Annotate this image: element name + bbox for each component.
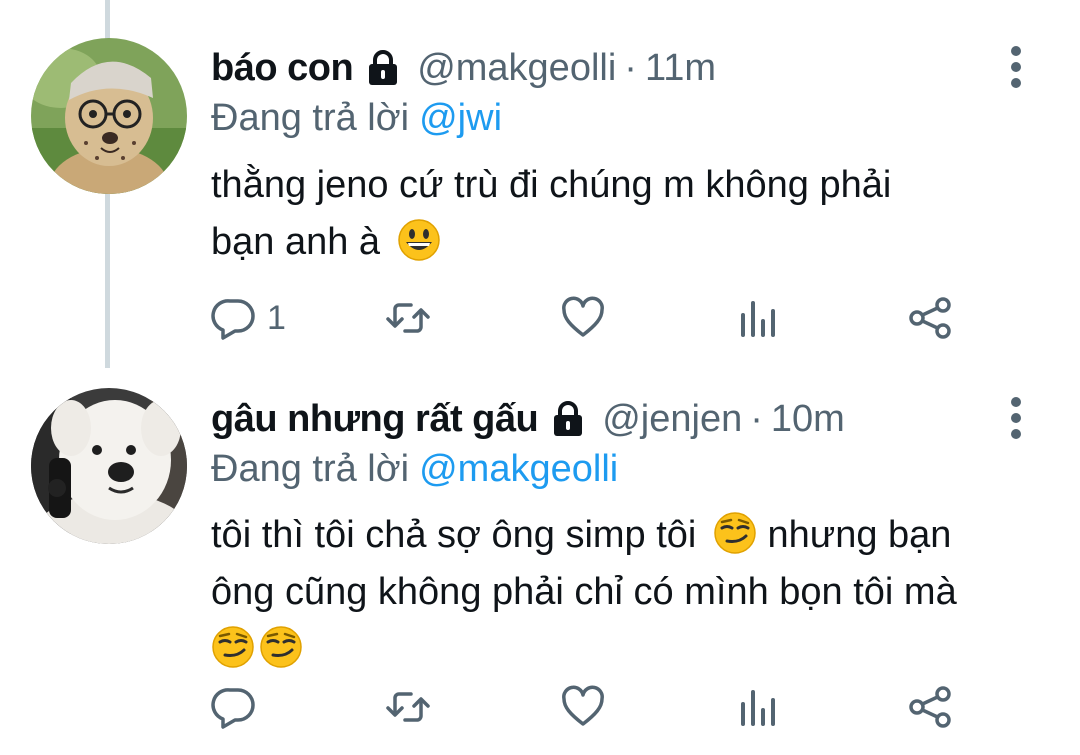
tweet[interactable]: gâu nhưng rất gấu @jenjen · 10m Đang trả… [0, 368, 1080, 755]
avatar-image [31, 388, 187, 544]
tweet-text-line: thằng jeno cứ trù đi chúng m không phải [211, 164, 892, 206]
analytics-button[interactable] [735, 682, 781, 732]
replying-to-label: Đang trả lời [211, 97, 410, 139]
reply-count: 1 [267, 298, 286, 337]
reply-button[interactable]: 1 [211, 293, 286, 343]
retweet-icon [386, 692, 430, 722]
display-name[interactable]: báo con [211, 47, 354, 90]
reply-icon [211, 299, 255, 340]
separator: · [624, 46, 637, 89]
analytics-icon [741, 690, 775, 726]
avatar-image [31, 38, 187, 194]
vertical-dots-icon[interactable] [1002, 394, 1030, 442]
reply-mention-link[interactable]: @jwi [419, 97, 502, 139]
tweet-actions [211, 682, 971, 732]
replying-to-label: Đang trả lời [211, 448, 410, 490]
smirking-face-icon [259, 625, 303, 669]
user-handle[interactable]: @jenjen [602, 398, 742, 441]
tweet-header: gâu nhưng rất gấu @jenjen · 10m [211, 389, 845, 449]
user-handle[interactable]: @makgeolli [417, 47, 616, 90]
emoji-row [211, 621, 1051, 678]
tweet[interactable]: báo con @makgeolli · 11m Đang trả lời @jw… [0, 0, 1080, 368]
tweet-text-line: tôi thì tôi chả sợ ông simp tôi [211, 514, 697, 556]
replying-to: Đang trả lời @makgeolli [211, 444, 618, 494]
timestamp[interactable]: 10m [771, 398, 845, 441]
avatar[interactable] [31, 388, 187, 544]
lock-icon [363, 48, 403, 88]
reply-mention-link[interactable]: @makgeolli [419, 448, 618, 490]
share-button[interactable] [907, 682, 953, 732]
retweet-icon [386, 303, 430, 333]
heart-icon [562, 685, 604, 726]
tweet-text-line: ông cũng không phải chỉ có mình bọn tôi … [211, 571, 957, 613]
separator: · [750, 397, 763, 440]
vertical-dots-icon[interactable] [1002, 43, 1030, 91]
analytics-icon [741, 301, 775, 337]
tweet-text: tôi thì tôi chả sợ ông simp tôi nhưng bạ… [211, 507, 1051, 678]
timestamp[interactable]: 11m [645, 47, 716, 90]
retweet-button[interactable] [385, 293, 431, 343]
like-button[interactable] [560, 682, 606, 732]
display-name[interactable]: gâu nhưng rất gấu [211, 398, 539, 441]
tweet-text-line: nhưng bạn [767, 514, 952, 556]
reply-button[interactable] [211, 682, 267, 732]
share-icon [909, 297, 951, 339]
share-button[interactable] [907, 293, 953, 343]
smirking-face-icon [713, 511, 757, 555]
reply-icon [211, 688, 255, 729]
like-button[interactable] [560, 293, 606, 343]
share-icon [909, 686, 951, 728]
tweet-text: thằng jeno cứ trù đi chúng m không phải … [211, 157, 1051, 271]
tweet-header: báo con @makgeolli · 11m [211, 38, 716, 98]
smirking-face-icon [211, 625, 255, 669]
lock-icon [548, 399, 588, 439]
avatar[interactable] [31, 38, 187, 194]
grinning-face-icon [397, 218, 441, 262]
tweet-text-line: bạn anh à [211, 221, 381, 263]
tweet-actions: 1 [211, 293, 971, 343]
retweet-button[interactable] [385, 682, 431, 732]
replying-to: Đang trả lời @jwi [211, 93, 502, 143]
heart-icon [562, 296, 604, 337]
analytics-button[interactable] [735, 293, 781, 343]
